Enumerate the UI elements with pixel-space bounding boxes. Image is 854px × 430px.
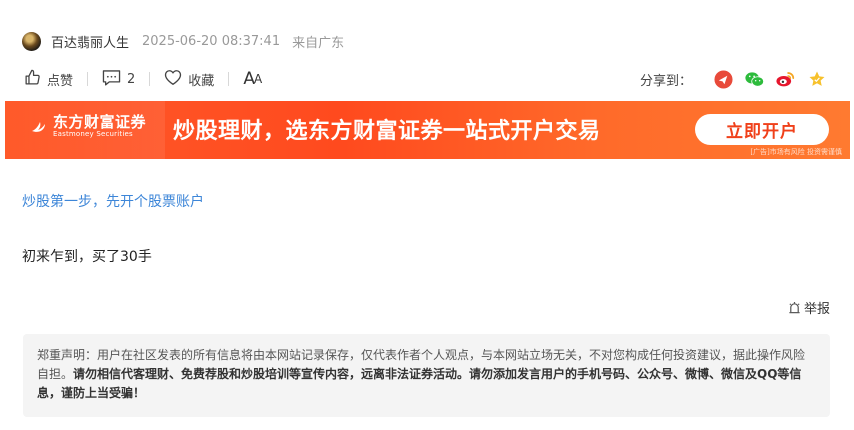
post-location: 来自广东	[292, 35, 345, 51]
avatar[interactable]	[22, 31, 41, 51]
heart-icon	[164, 69, 182, 90]
share-bar: 分享到：	[640, 68, 826, 90]
star-icon[interactable]	[807, 70, 826, 89]
divider	[228, 72, 230, 86]
report-icon	[789, 301, 800, 313]
author-name[interactable]: 百达翡丽人生	[51, 32, 129, 51]
toutiao-icon[interactable]	[714, 69, 733, 89]
open-account-button[interactable]: 立即开户	[695, 114, 829, 145]
favorite-button[interactable]: 收藏	[164, 69, 214, 90]
font-size-button[interactable]: AA	[243, 69, 262, 89]
divider	[149, 72, 151, 86]
divider	[87, 72, 89, 86]
ad-banner[interactable]: 东方财富证券 Eastmoney Securities 炒股理财，选东方财富证券…	[5, 101, 850, 159]
report-button[interactable]: 举报	[788, 298, 830, 317]
post-body: 初来乍到，买了30手	[22, 249, 152, 265]
banner-slogan: 炒股理财，选东方财富证券一站式开户交易	[173, 119, 601, 144]
post-time: 2025-06-20 08:37:41	[142, 33, 281, 49]
eastmoney-logo: 东方财富证券 Eastmoney Securities	[29, 114, 146, 139]
weibo-icon[interactable]	[776, 70, 795, 89]
thumbs-up-icon	[24, 69, 41, 90]
eastmoney-logo-icon	[32, 121, 45, 132]
report-label: 举报	[803, 302, 830, 317]
comment-count: 2	[127, 71, 136, 87]
ad-disclaimer: [广告]市场有风险 投资需谨慎	[750, 148, 842, 156]
brand-name-cn: 东方财富证券	[53, 113, 147, 131]
like-button[interactable]: 点赞	[24, 69, 73, 90]
topic-link[interactable]: 炒股第一步，先开个股票账户	[22, 191, 204, 211]
action-bar: 点赞 2 收藏 AA	[24, 68, 262, 90]
like-label: 点赞	[47, 73, 74, 89]
font-size-big: A	[243, 69, 255, 89]
wechat-icon[interactable]	[745, 70, 764, 89]
comment-button[interactable]: 2	[102, 69, 135, 90]
brand-name-en: Eastmoney Securities	[53, 130, 133, 138]
disclaimer-warning: 请勿相信代客理财、免费荐股和炒股培训等宣传内容，远离非法证券活动。请勿添加发言用…	[37, 367, 802, 400]
author-row: 百达翡丽人生 2025-06-20 08:37:41 来自广东	[22, 31, 344, 51]
disclaimer-box: 郑重声明：用户在社区发表的所有信息将由本网站记录保存，仅代表作者个人观点，与本网…	[23, 334, 830, 417]
share-label: 分享到：	[639, 73, 692, 89]
favorite-label: 收藏	[188, 73, 215, 89]
font-size-small: A	[253, 72, 262, 86]
comment-icon	[102, 69, 121, 90]
